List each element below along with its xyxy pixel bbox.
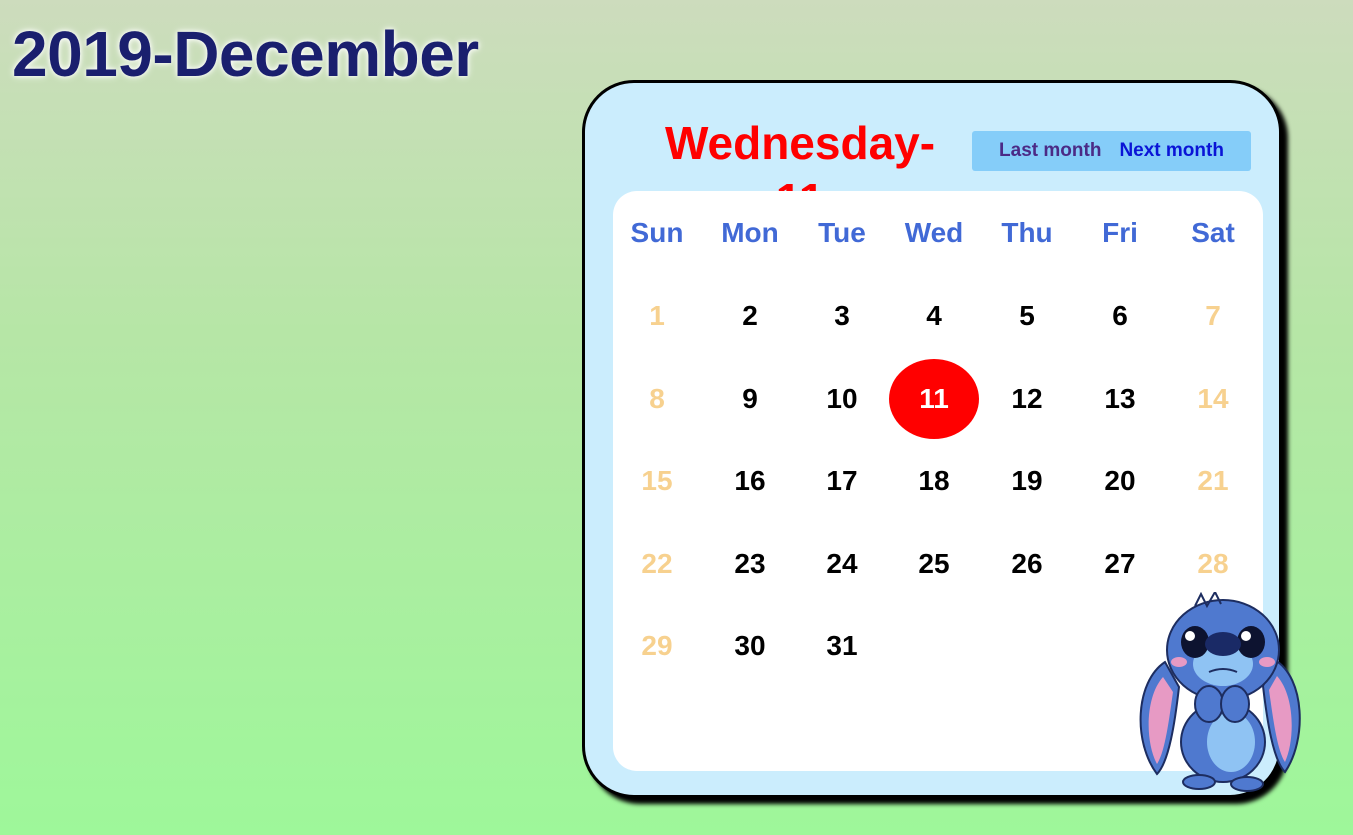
- blue-alien-mascot-icon: [1139, 592, 1301, 792]
- date-cell[interactable]: 30: [704, 621, 796, 671]
- date-cell[interactable]: 13: [1074, 374, 1166, 424]
- date-cell[interactable]: 28: [1167, 539, 1259, 589]
- date-cell[interactable]: 7: [1167, 291, 1259, 341]
- date-cell[interactable]: 3: [796, 291, 888, 341]
- weekday-header-mon: Mon: [721, 217, 779, 248]
- weekday-header-wed: Wed: [904, 217, 964, 248]
- week-row-3: 15 16 17 18 19 20 21: [613, 456, 1263, 506]
- date-cell[interactable]: 10: [796, 374, 888, 424]
- date-cell[interactable]: 17: [796, 456, 888, 506]
- date-cell[interactable]: 6: [1074, 291, 1166, 341]
- date-cell[interactable]: 21: [1167, 456, 1259, 506]
- date-cell[interactable]: 5: [981, 291, 1073, 341]
- date-cell[interactable]: 8: [611, 374, 703, 424]
- date-cell[interactable]: 4: [888, 291, 980, 341]
- weekday-header-sun: Sun: [630, 217, 684, 248]
- next-month-button[interactable]: Next month: [1119, 140, 1224, 162]
- date-cell[interactable]: 1: [611, 291, 703, 341]
- date-cell[interactable]: 9: [704, 374, 796, 424]
- month-navigation: Last month Next month: [972, 131, 1251, 171]
- page-title: 2019-December: [12, 18, 479, 90]
- weekday-header-tue: Tue: [818, 217, 866, 248]
- last-month-button[interactable]: Last month: [999, 140, 1101, 162]
- date-cell[interactable]: 27: [1074, 539, 1166, 589]
- date-cell[interactable]: 12: [981, 374, 1073, 424]
- date-cell[interactable]: 11: [888, 374, 980, 424]
- date-cell[interactable]: 24: [796, 539, 888, 589]
- date-cell[interactable]: 14: [1167, 374, 1259, 424]
- date-cell[interactable]: 26: [981, 539, 1073, 589]
- weekday-header-fri: Fri: [1102, 217, 1138, 248]
- week-row-1: 1234567: [613, 291, 1263, 341]
- weekday-header-row: Sun Mon Tue Wed Thu Fri Sat: [613, 208, 1263, 258]
- date-cell[interactable]: 15: [611, 456, 703, 506]
- weekday-header-sat: Sat: [1191, 217, 1235, 248]
- date-cell[interactable]: 18: [888, 456, 980, 506]
- date-cell[interactable]: 19: [981, 456, 1073, 506]
- date-cell[interactable]: 25: [888, 539, 980, 589]
- date-cell[interactable]: 16: [704, 456, 796, 506]
- weekday-header-thu: Thu: [1001, 217, 1053, 248]
- date-cell[interactable]: 23: [704, 539, 796, 589]
- date-cell[interactable]: 22: [611, 539, 703, 589]
- week-row-4: 22 23 24 25 26 27 28: [613, 539, 1263, 589]
- week-row-2: 8 9 10 11 12 13 14: [613, 374, 1263, 424]
- date-cell[interactable]: 31: [796, 621, 888, 671]
- date-cell[interactable]: 20: [1074, 456, 1166, 506]
- date-cell[interactable]: 29: [611, 621, 703, 671]
- date-cell[interactable]: 2: [704, 291, 796, 341]
